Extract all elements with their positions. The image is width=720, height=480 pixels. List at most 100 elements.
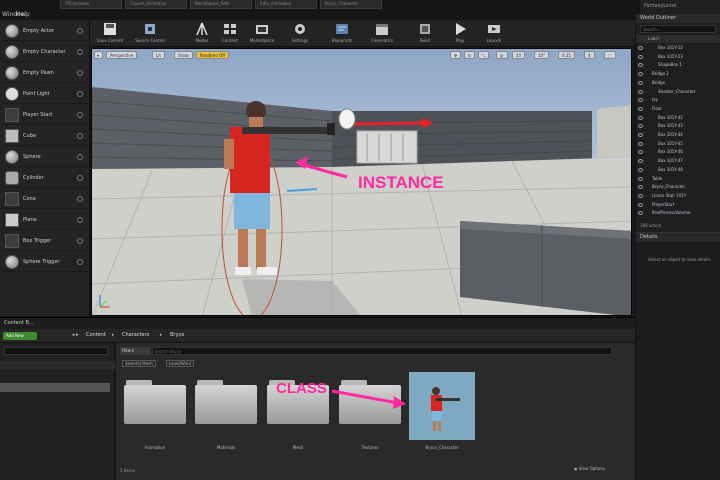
sources-row-selected[interactable] bbox=[0, 383, 110, 392]
eye-icon[interactable] bbox=[638, 159, 643, 164]
eye-icon[interactable] bbox=[638, 106, 643, 111]
outliner-row[interactable]: Box 101Y-44 bbox=[636, 132, 720, 139]
eye-icon[interactable] bbox=[638, 176, 643, 181]
place-item-cylinder[interactable]: Cylinder bbox=[2, 169, 88, 188]
eye-icon[interactable] bbox=[638, 80, 643, 85]
outliner-row[interactable]: Box 101Y-42 bbox=[636, 115, 720, 122]
place-item-plane[interactable]: Plane bbox=[2, 211, 88, 230]
place-item-sphere-trigger[interactable]: Sphere Trigger bbox=[2, 253, 88, 272]
place-item-point-light[interactable]: Point Light bbox=[2, 85, 88, 104]
eye-icon[interactable] bbox=[638, 63, 643, 68]
translate-icon[interactable]: ✥ bbox=[450, 51, 462, 59]
eye-icon[interactable] bbox=[638, 193, 643, 198]
grid-snap-value[interactable]: 10 bbox=[512, 51, 526, 59]
maximize-viewport-icon[interactable]: ⬚ bbox=[604, 51, 616, 59]
content-browser-tab[interactable]: Content B... bbox=[4, 320, 34, 326]
place-item-empty-actor[interactable]: Empty Actor bbox=[2, 22, 88, 41]
outliner-row[interactable]: Box 101Y-45 bbox=[636, 141, 720, 148]
sources-search-input[interactable] bbox=[4, 347, 108, 355]
outliner-row[interactable]: Box 101Y-47 bbox=[636, 158, 720, 165]
eye-icon[interactable] bbox=[638, 167, 643, 172]
nav-back-icon[interactable]: ◂ ▸ bbox=[72, 332, 79, 338]
marketplace-button[interactable]: Marketplace bbox=[242, 21, 282, 46]
outliner-row[interactable]: Box 101Y-48 bbox=[636, 167, 720, 174]
breadcrumb-bryce[interactable]: Bryce bbox=[170, 332, 184, 338]
eye-icon[interactable] bbox=[638, 54, 643, 59]
eye-icon[interactable] bbox=[638, 150, 643, 155]
place-item-empty-character[interactable]: Empty Character bbox=[2, 43, 88, 62]
outliner-row[interactable]: Box 101Y-46 bbox=[636, 149, 720, 156]
lit-button[interactable]: Lit bbox=[152, 51, 165, 59]
scale-snap-value[interactable]: 0.25 bbox=[558, 51, 575, 59]
folder-materials[interactable] bbox=[195, 380, 257, 424]
outliner-column-label[interactable]: Label bbox=[636, 35, 720, 43]
angle-snap-value[interactable]: 10° bbox=[534, 51, 550, 59]
filter-chip[interactable]: Level/Wind bbox=[166, 360, 194, 367]
blueprints-button[interactable]: Blueprints bbox=[322, 21, 362, 46]
outliner-row[interactable]: Ivy bbox=[636, 97, 720, 104]
eye-icon[interactable] bbox=[638, 124, 643, 129]
filter-chip[interactable]: Skeletal Mesh bbox=[122, 360, 156, 367]
eye-icon[interactable] bbox=[638, 89, 643, 94]
world-local-icon[interactable]: ◍ bbox=[496, 51, 508, 59]
eye-icon[interactable] bbox=[638, 98, 643, 103]
realtime-off-badge[interactable]: Realtime Off bbox=[196, 51, 229, 59]
view-options-button[interactable]: ◉ View Options bbox=[574, 466, 605, 471]
place-item-cube[interactable]: Cube bbox=[2, 127, 88, 146]
folder-animation[interactable] bbox=[124, 380, 186, 424]
asset-search-input[interactable]: Search Bryce bbox=[152, 347, 612, 355]
outliner-row[interactable]: PostProcessVolume bbox=[636, 210, 720, 217]
tab-crouch-animation[interactable]: Crouch_Animation bbox=[125, 0, 187, 9]
outliner-row[interactable]: Bridge bbox=[636, 80, 720, 87]
eye-icon[interactable] bbox=[638, 133, 643, 137]
scale-icon[interactable]: ⤡ bbox=[478, 51, 490, 59]
cinematics-button[interactable]: Cinematics bbox=[362, 21, 402, 46]
eye-icon[interactable] bbox=[638, 115, 643, 120]
outliner-row[interactable]: Bryce_Character bbox=[636, 184, 720, 191]
eye-icon[interactable] bbox=[638, 72, 643, 77]
eye-icon[interactable] bbox=[638, 211, 643, 216]
outliner-row[interactable]: Box 101Y-12 bbox=[636, 45, 720, 52]
outliner-row[interactable]: Box 101Y-43 bbox=[636, 123, 720, 130]
outliner-row[interactable]: Table bbox=[636, 176, 720, 183]
launch-button[interactable]: Launch bbox=[474, 21, 514, 46]
outliner-row[interactable]: Bridge 2 bbox=[636, 71, 720, 78]
rotate-icon[interactable]: ↻ bbox=[464, 51, 476, 59]
outliner-row[interactable]: PlayerStart bbox=[636, 202, 720, 209]
tab-blendspace-rifle[interactable]: BlendSpace_Rifle bbox=[190, 0, 252, 9]
viewport-options-icon[interactable]: ▾ bbox=[94, 51, 103, 59]
outliner-row[interactable]: Shooter_Character bbox=[636, 89, 720, 96]
show-button[interactable]: Show bbox=[174, 51, 193, 59]
outliner-row[interactable]: Floor bbox=[636, 106, 720, 113]
filters-button[interactable]: Filters bbox=[120, 347, 150, 355]
tab-tpcharacter[interactable]: TPCharacter bbox=[60, 0, 122, 9]
settings-button[interactable]: Settings bbox=[280, 21, 320, 46]
place-item-empty-pawn[interactable]: Empty Pawn bbox=[2, 64, 88, 83]
outliner-row[interactable]: Box 101Y-13 bbox=[636, 54, 720, 61]
place-item-cone[interactable]: Cone bbox=[2, 190, 88, 209]
save-current-button[interactable]: Save Current bbox=[90, 21, 130, 46]
outliner-row[interactable]: ShapeBox 1 bbox=[636, 62, 720, 69]
source-control-button[interactable]: Source Control bbox=[130, 21, 170, 46]
outliner-row[interactable]: Linear Stair 101Y bbox=[636, 193, 720, 200]
eye-icon[interactable] bbox=[638, 185, 643, 190]
camera-speed-value[interactable]: 4 bbox=[584, 51, 595, 59]
tab-bryce-character[interactable]: Bryce_Character bbox=[320, 0, 382, 9]
eye-icon[interactable] bbox=[638, 141, 643, 146]
outliner-search-input[interactable]: Search... bbox=[640, 25, 716, 33]
perspective-button[interactable]: Perspective bbox=[106, 51, 138, 59]
place-item-box-trigger[interactable]: Box Trigger bbox=[2, 232, 88, 251]
build-button[interactable]: Build bbox=[405, 21, 445, 46]
place-item-player-start[interactable]: Player Start bbox=[2, 106, 88, 125]
breadcrumb-characters[interactable]: Characters bbox=[122, 332, 149, 338]
sources-row[interactable] bbox=[0, 361, 115, 369]
breadcrumb-content[interactable]: Content bbox=[86, 332, 106, 338]
place-item-sphere[interactable]: Sphere bbox=[2, 148, 88, 167]
add-new-button[interactable]: Add New bbox=[3, 332, 37, 340]
eye-icon[interactable] bbox=[638, 202, 643, 207]
eye-icon[interactable] bbox=[638, 46, 643, 50]
tab-rifle-animation[interactable]: Rifle_Animation bbox=[255, 0, 317, 9]
menu-help[interactable]: Help bbox=[16, 11, 30, 18]
bryce-character-blueprint[interactable] bbox=[409, 372, 475, 440]
level-viewport[interactable]: ▾ Perspective Lit Show Realtime Off ✥ ↻ … bbox=[91, 48, 632, 316]
